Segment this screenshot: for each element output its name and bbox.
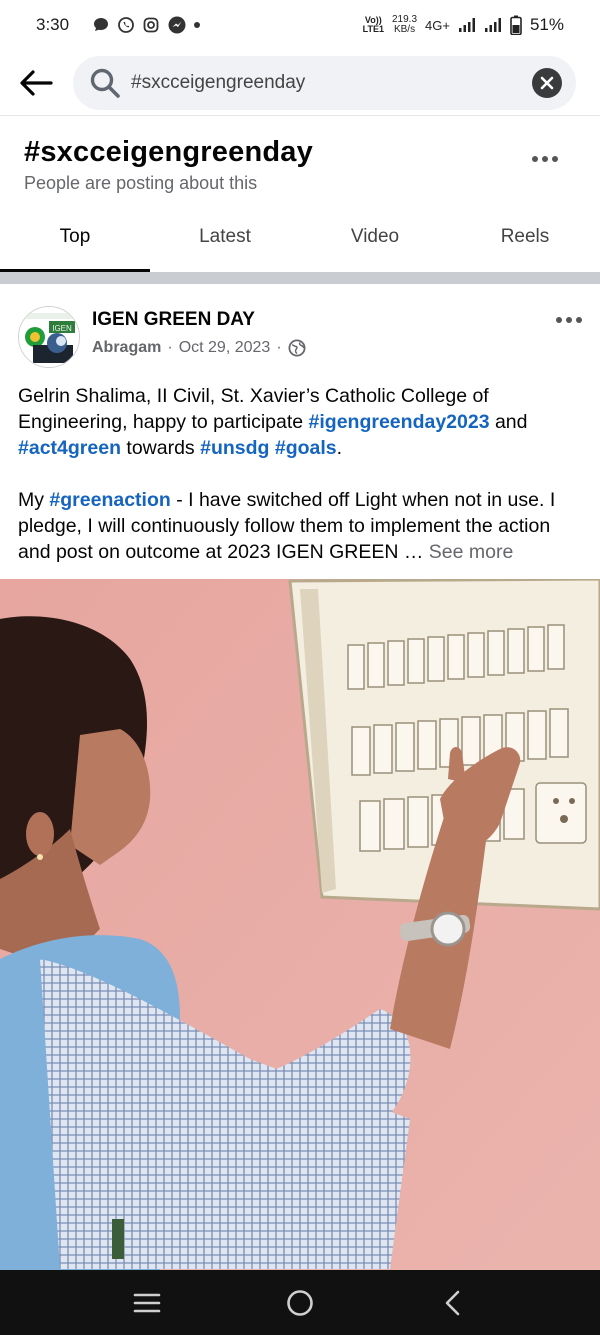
home-button[interactable]: [270, 1273, 330, 1333]
post-more-button[interactable]: [556, 317, 582, 323]
status-time: 3:30: [36, 15, 70, 34]
post-meta: Abragam · Oct 29, 2023 ·: [92, 339, 306, 357]
post-paragraph-1: Gelrin Shalima, II Civil, St. Xavier’s C…: [18, 385, 528, 459]
status-bar: 3:30 Vo)) LTE1 219.3 KB/s 4G+ 51%: [0, 0, 600, 50]
hashtag-link[interactable]: #unsdg: [200, 437, 269, 459]
more-dots-icon: [556, 317, 562, 323]
search-query[interactable]: #sxcceigengreenday: [131, 72, 532, 94]
search-header: #sxcceigengreenday: [0, 50, 600, 116]
hashtag-link[interactable]: #goals: [275, 437, 337, 459]
see-more-link[interactable]: See more: [429, 541, 514, 563]
system-navigation-bar: [0, 1270, 600, 1335]
hashtag-subtitle: People are posting about this: [24, 173, 258, 193]
post-header: IGEN IGEN GREEN DAY Abragam · Oct 29, 20…: [0, 300, 600, 370]
hashtag-header: #sxcceigengreenday People are posting ab…: [0, 130, 600, 200]
data-speed: 219.3 KB/s: [392, 14, 418, 35]
notification-icons: [92, 15, 200, 35]
post-paragraph-2: My #greenaction - I have switched off Li…: [18, 489, 556, 563]
tab-latest[interactable]: Latest: [150, 204, 300, 272]
messenger-icon: [167, 15, 187, 35]
network-type: 4G+: [425, 17, 450, 33]
menu-icon: [133, 1293, 160, 1312]
message-icon: [92, 16, 110, 34]
search-icon: [90, 68, 120, 98]
volte-icon: Vo)) LTE1: [362, 15, 384, 34]
post-text: Gelrin Shalima, II Civil, St. Xavier’s C…: [18, 383, 584, 565]
hashtag-link[interactable]: #act4green: [18, 437, 121, 459]
system-indicators: Vo)) LTE1 219.3 KB/s 4G+ 51%: [363, 15, 564, 35]
battery-percentage: 51%: [529, 15, 564, 34]
tab-reels[interactable]: Reels: [450, 204, 600, 272]
whatsapp-icon: [117, 16, 135, 34]
system-back-button[interactable]: [423, 1273, 483, 1333]
svg-text:IGEN: IGEN: [52, 324, 72, 333]
back-button[interactable]: [18, 65, 54, 101]
meta-separator: ·: [167, 339, 173, 356]
post-photo[interactable]: [0, 579, 600, 1270]
signal-strength-icon-2: [484, 17, 502, 33]
signal-strength-icon-1: [458, 17, 476, 33]
arrow-left-icon: [20, 69, 53, 96]
more-notifications-icon: [194, 22, 200, 28]
globe-icon: [288, 339, 306, 357]
more-dots-icon: [532, 156, 538, 162]
battery-icon: [510, 15, 522, 35]
clear-search-button[interactable]: [532, 67, 562, 98]
post-author[interactable]: Abragam: [92, 339, 161, 357]
search-input[interactable]: #sxcceigengreenday: [73, 55, 576, 110]
recent-apps-button[interactable]: [117, 1273, 177, 1333]
chevron-left-icon: [446, 1290, 460, 1315]
tab-video[interactable]: Video: [300, 204, 450, 272]
instagram-icon: [142, 16, 160, 34]
page-name[interactable]: IGEN GREEN DAY: [92, 309, 255, 331]
results-tabs: Top Latest Video Reels: [0, 204, 600, 272]
hashtag-more-button[interactable]: [532, 156, 558, 162]
section-divider: [0, 272, 600, 284]
tab-top[interactable]: Top: [0, 204, 150, 272]
home-circle-icon: [287, 1289, 313, 1316]
meta-separator-2: ·: [276, 339, 282, 356]
avatar[interactable]: IGEN: [18, 306, 80, 368]
hashtag-link[interactable]: #igengreenday2023: [309, 411, 490, 433]
post-date[interactable]: Oct 29, 2023: [179, 339, 271, 357]
hashtag-link[interactable]: #greenaction: [49, 489, 170, 511]
close-icon: [540, 76, 554, 89]
hashtag-title: #sxcceigengreenday: [24, 136, 313, 168]
